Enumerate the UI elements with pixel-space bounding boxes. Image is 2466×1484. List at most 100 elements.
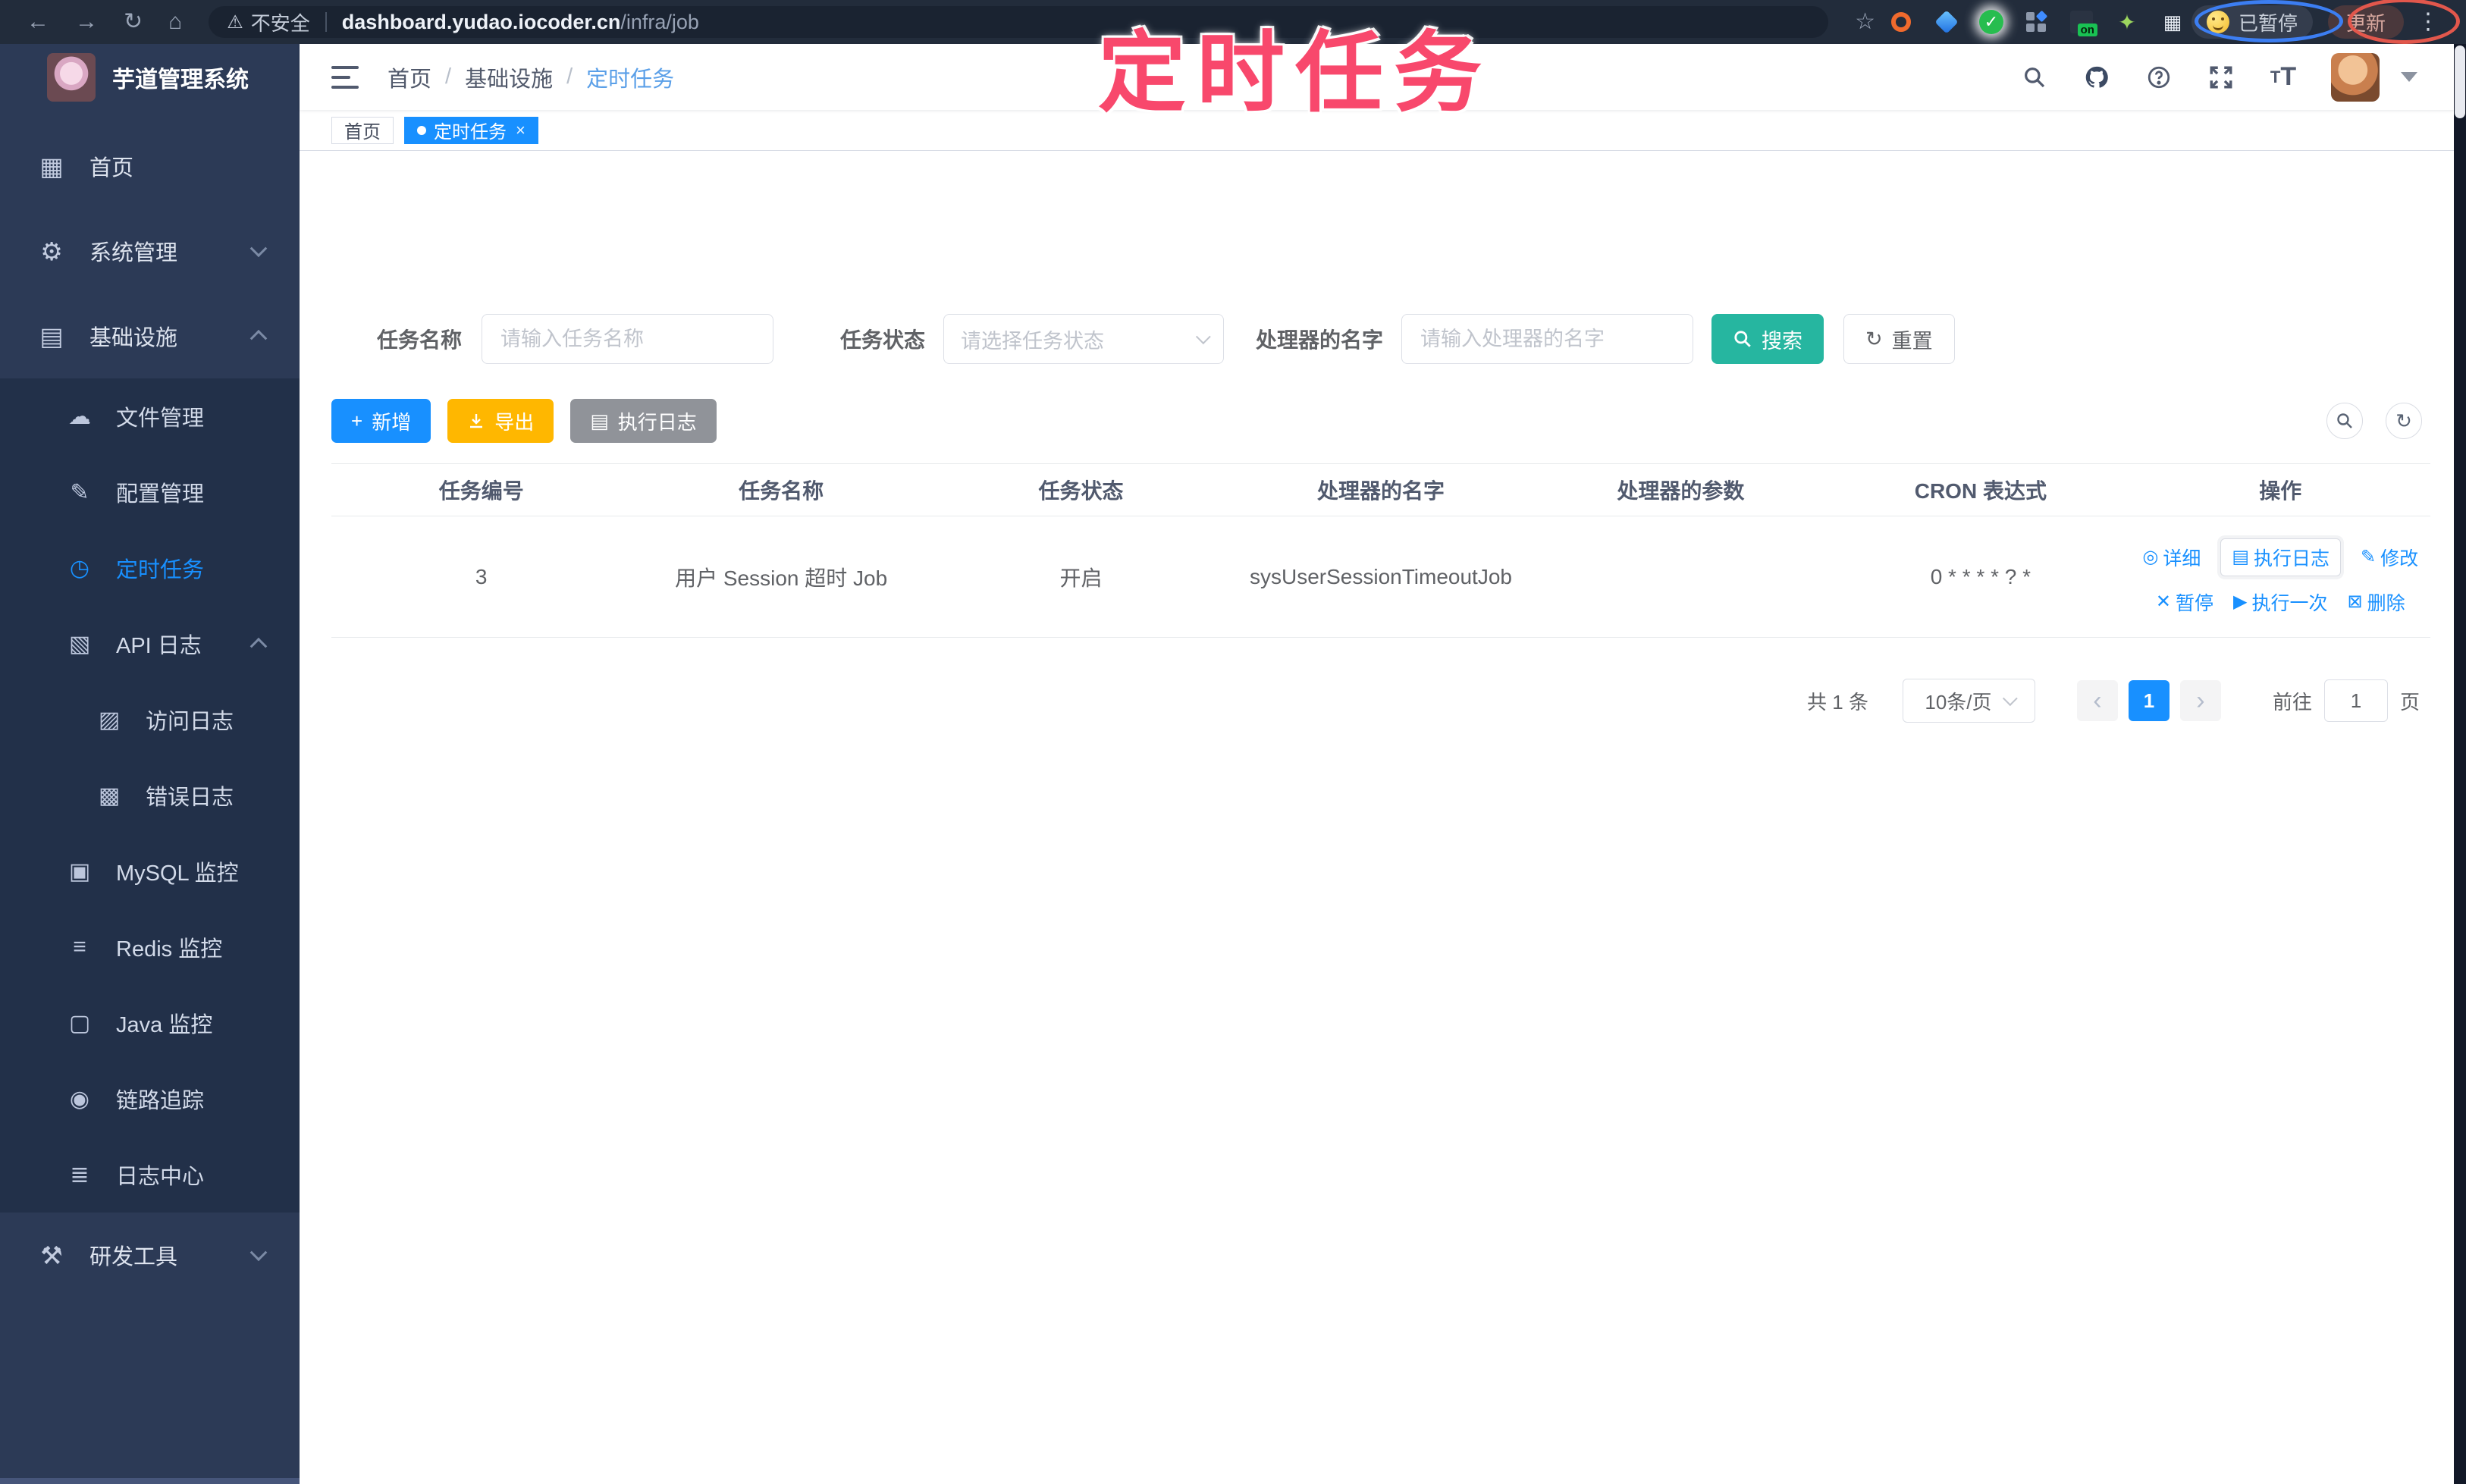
sidebar: 芋道管理系统 ▦ 首页 ⚙ 系统管理 ▤ 基础设施 ☁ 文件管理 ✎ 配置管理 … [0, 44, 300, 1484]
col-handler-name: 处理器的名字 [1316, 479, 1445, 503]
goto-page-input[interactable] [2323, 679, 2388, 722]
address-divider [325, 12, 327, 32]
run-once-link[interactable]: ▶ 执行一次 [2233, 588, 2327, 616]
sidebar-item-log-center[interactable]: ≣ 日志中心 [0, 1137, 300, 1213]
table-row: 3 用户 Session 超时 Job 开启 sysUserSessionTim… [331, 516, 2430, 638]
sidebar-item-redis-monitor[interactable]: ≡ Redis 监控 [0, 909, 300, 985]
page-size-select[interactable]: 10条/页 [1902, 679, 2035, 723]
chevron-down-icon [249, 1244, 268, 1262]
toolbox-icon: ⚒ [40, 1241, 63, 1269]
active-tag-dot [417, 125, 426, 135]
app-logo-avatar [47, 52, 96, 102]
cell-operations: ◎ 详细 ▤ 执行日志 ✎ 修改 ✕ 暂停 ▶ 执行一次 ⊠ 删除 [2131, 538, 2430, 616]
help-question-icon[interactable] [2144, 63, 2173, 92]
delete-link[interactable]: ⊠ 删除 [2348, 588, 2405, 616]
api-log-icon: ▧ [68, 631, 91, 657]
security-label[interactable]: 不安全 [251, 8, 310, 36]
fullscreen-icon[interactable] [2207, 63, 2235, 92]
job-name-input[interactable] [482, 314, 774, 364]
extension-blue-gem-icon[interactable] [1934, 9, 1959, 35]
export-button[interactable]: 导出 [447, 399, 554, 443]
sidebar-item-api-log[interactable]: ▧ API 日志 [0, 606, 300, 682]
cell-cron: 0 * * * * ? * [1930, 564, 2031, 588]
extension-green-check-icon[interactable]: ✓ [1978, 10, 2003, 34]
sidebar-item-access-log[interactable]: ▨ 访问日志 [0, 682, 300, 758]
sidebar-scrollbar[interactable] [0, 1478, 300, 1484]
total-count: 共 1 条 [1807, 690, 1868, 714]
add-button[interactable]: + 新增 [331, 399, 431, 443]
chevron-up-icon [249, 329, 268, 347]
browser-menu-kebab-icon[interactable]: ⋮ [2404, 11, 2452, 33]
access-log-icon: ▨ [98, 707, 121, 733]
address-bar[interactable]: ⚠ 不安全 dashboard.yudao.iocoder.cn/infra/j… [209, 6, 1829, 38]
extension-sparkle-icon[interactable]: ✦ [2114, 9, 2140, 35]
breadcrumb: 首页 / 基础设施 / 定时任务 [387, 61, 674, 93]
breadcrumb-home[interactable]: 首页 [387, 61, 431, 93]
extensions-puzzle-icon[interactable]: ▦ [2160, 9, 2185, 35]
edit-link[interactable]: ✎ 修改 [2361, 544, 2418, 571]
prev-page-button[interactable]: ‹ [2076, 680, 2118, 721]
forward-icon[interactable]: → [62, 11, 111, 33]
extension-orange-ring-icon[interactable] [1888, 9, 1914, 35]
breadcrumb-infrastructure[interactable]: 基础设施 [465, 61, 553, 93]
col-job-name: 任务名称 [739, 479, 824, 503]
scrollbar-track[interactable] [2454, 44, 2466, 1484]
sidebar-item-dev-tools[interactable]: ⚒ 研发工具 [0, 1213, 300, 1297]
toggle-search-button[interactable] [2326, 403, 2363, 439]
avatar-caret-down-icon[interactable] [2401, 72, 2417, 82]
sidebar-item-infrastructure[interactable]: ▤ 基础设施 [0, 293, 300, 378]
job-log-button[interactable]: ▤ 执行日志 [570, 399, 717, 443]
search-icon[interactable] [2020, 63, 2049, 92]
col-handler-params: 处理器的参数 [1617, 479, 1745, 503]
mysql-icon: ▣ [68, 858, 91, 884]
tag-home[interactable]: 首页 [331, 116, 394, 144]
user-avatar[interactable] [2331, 52, 2380, 102]
sidebar-item-file-management[interactable]: ☁ 文件管理 [0, 378, 300, 454]
chevron-down-icon [1195, 329, 1211, 345]
reset-button[interactable]: ↻ 重置 [1843, 314, 1955, 364]
table-toolbar: + 新增 导出 ▤ 执行日志 ↻ [331, 399, 2422, 443]
job-status-label: 任务状态 [840, 328, 926, 352]
github-icon[interactable] [2082, 63, 2111, 92]
reload-icon[interactable]: ↻ [111, 11, 155, 33]
sidebar-item-tracing[interactable]: ◉ 链路追踪 [0, 1061, 300, 1137]
search-button[interactable]: 搜索 [1711, 314, 1824, 364]
chevron-down-icon [249, 240, 268, 258]
font-size-icon[interactable]: TT [2269, 62, 2298, 92]
row-job-log-link[interactable]: ▤ 执行日志 [2220, 538, 2342, 576]
back-icon[interactable]: ← [14, 11, 62, 33]
sidebar-item-system[interactable]: ⚙ 系统管理 [0, 209, 300, 293]
detail-link[interactable]: ◎ 详细 [2142, 544, 2201, 571]
sidebar-item-mysql-monitor[interactable]: ▣ MySQL 监控 [0, 833, 300, 909]
extension-paused-chip[interactable]: 已暂停 [2191, 5, 2313, 39]
extension-grid-icon[interactable] [2023, 9, 2049, 35]
main-area: 首页 / 基础设施 / 定时任务 TT 首页 定时任务 × 任务名称 请输入任务… [300, 44, 2454, 1484]
sidebar-item-scheduled-jobs[interactable]: ◷ 定时任务 [0, 530, 300, 606]
log-icon: ▤ [2232, 547, 2250, 567]
pause-link[interactable]: ✕ 暂停 [2156, 588, 2213, 616]
pause-icon: ✕ [2155, 591, 2172, 612]
extension-on-badge-icon[interactable]: on [2069, 9, 2097, 36]
cell-job-status: 开启 [1059, 566, 1103, 590]
handler-name-input[interactable] [1401, 314, 1694, 364]
browser-update-button[interactable]: 更新 [2327, 5, 2404, 39]
close-icon[interactable]: × [516, 121, 526, 140]
sidebar-item-home[interactable]: ▦ 首页 [0, 124, 300, 209]
hamburger-icon[interactable] [331, 65, 359, 89]
scrollbar-thumb[interactable] [2455, 45, 2465, 118]
app-logo[interactable]: 芋道管理系统 [0, 44, 300, 110]
gear-icon: ⚙ [40, 237, 63, 265]
job-status-select[interactable]: 请选择任务状态 [943, 314, 1225, 364]
next-page-button[interactable]: › [2179, 680, 2221, 721]
refresh-table-button[interactable]: ↻ [2386, 403, 2422, 439]
page-1-button[interactable]: 1 [2128, 680, 2170, 721]
sidebar-item-error-log[interactable]: ▩ 错误日志 [0, 758, 300, 833]
bookmark-star-icon[interactable]: ☆ [1842, 11, 1888, 33]
sidebar-item-config-management[interactable]: ✎ 配置管理 [0, 454, 300, 530]
tag-scheduled-jobs[interactable]: 定时任务 × [404, 116, 538, 144]
home-icon[interactable]: ⌂ [155, 11, 195, 33]
sidebar-submenu-infrastructure: ☁ 文件管理 ✎ 配置管理 ◷ 定时任务 ▧ API 日志 ▨ 访问日志 ▩ 错… [0, 378, 300, 1213]
error-log-icon: ▩ [98, 783, 121, 808]
sidebar-item-java-monitor[interactable]: ▢ Java 监控 [0, 985, 300, 1061]
col-operations: 操作 [2259, 479, 2302, 503]
